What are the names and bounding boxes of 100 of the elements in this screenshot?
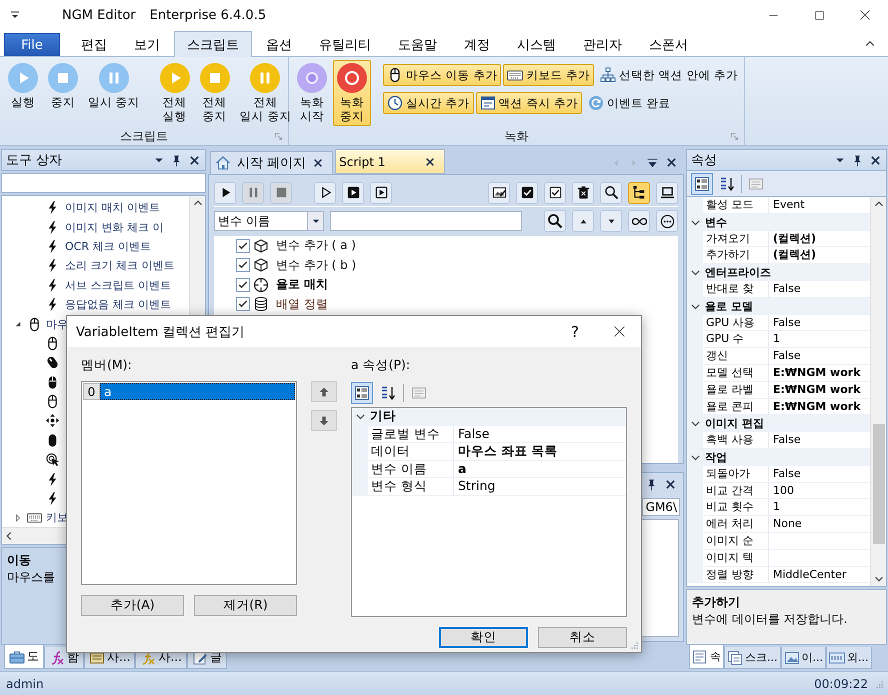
tree-item[interactable]: 소리 크기 체크 이벤트 — [65, 258, 174, 274]
caret-down-icon[interactable] — [646, 156, 659, 169]
ribbon-tab[interactable]: 옵션 — [253, 33, 305, 56]
play-button[interactable] — [214, 182, 236, 204]
remove-button[interactable]: 제거(R) — [194, 595, 297, 616]
ribbon-tab[interactable]: 스폰서 — [636, 33, 701, 56]
laptop-button[interactable] — [656, 182, 678, 204]
action-item[interactable]: 욜로 매치 — [276, 276, 328, 294]
delete-button[interactable] — [572, 182, 594, 204]
select-all-button[interactable] — [516, 182, 538, 204]
panel-title: 속성 — [691, 152, 718, 169]
ribbon-tab[interactable]: 도움말 — [385, 33, 450, 56]
checkbox[interactable] — [236, 258, 250, 272]
panel-tab[interactable]: 외... — [826, 647, 872, 669]
move-up-button[interactable] — [572, 210, 594, 232]
ribbon-button[interactable]: 액션 즉시 추가 — [476, 92, 582, 114]
ribbon-button[interactable]: 선택한 액션 안에 추가 — [596, 64, 742, 86]
move-up-button[interactable] — [311, 381, 337, 402]
category-header[interactable]: 욜로 모델 — [687, 298, 870, 315]
close-icon[interactable] — [424, 156, 436, 168]
ribbon-tab[interactable]: 관리자 — [570, 33, 635, 56]
ribbon-button[interactable]: 녹화 시작 — [293, 60, 331, 126]
loop-button[interactable] — [628, 210, 650, 232]
dialog-launcher-icon[interactable] — [274, 132, 284, 142]
ribbon-button[interactable]: 전체 일시 중지 — [236, 60, 296, 126]
tree-item[interactable]: 서브 스크립트 이벤트 — [65, 278, 171, 293]
close-icon[interactable] — [869, 154, 882, 166]
search-button[interactable] — [544, 210, 566, 232]
resize-grip-icon — [629, 640, 639, 650]
tree-item[interactable]: 이미지 변화 체크 이 — [65, 220, 164, 235]
category-header[interactable]: 기타 — [352, 408, 626, 426]
panel-tab[interactable]: 스크... — [724, 647, 780, 669]
move-down-button[interactable] — [311, 410, 337, 431]
ribbon-button[interactable]: 녹화 중지 — [333, 60, 371, 126]
checkbox[interactable] — [236, 297, 250, 312]
category-header[interactable]: 변수 — [687, 214, 870, 231]
close-icon[interactable] — [188, 154, 201, 166]
play-button[interactable] — [314, 182, 336, 204]
tree-button[interactable] — [628, 182, 650, 204]
tree-item[interactable]: OCR 체크 이벤트 — [65, 238, 151, 254]
tree-item[interactable]: 응답없음 체크 이벤트 — [65, 297, 171, 312]
document-tab[interactable]: 시작 페이지 — [210, 151, 334, 174]
ok-button[interactable]: 확인 — [439, 627, 528, 648]
ribbon-button[interactable]: 마우스 이동 추가 — [383, 64, 502, 86]
ribbon-button[interactable]: 중지 — [44, 60, 82, 118]
category-header[interactable]: 이미지 편집 — [687, 415, 870, 432]
category-header[interactable]: 엔터프라이즈 — [687, 264, 870, 281]
tree-item[interactable]: 마우 — [46, 316, 68, 332]
document-tab[interactable]: Script 1 — [335, 149, 446, 174]
cancel-button[interactable]: 취소 — [538, 627, 627, 648]
play-button[interactable] — [370, 182, 392, 204]
confirm-button[interactable] — [544, 182, 566, 204]
checkbox[interactable] — [236, 238, 250, 253]
categorized-button[interactable] — [691, 172, 713, 194]
close-icon[interactable] — [665, 156, 678, 169]
hierarchy-icon — [600, 67, 616, 83]
ribbon-tab[interactable]: 계정 — [451, 33, 503, 56]
ribbon-button[interactable]: 실행 — [4, 60, 42, 118]
search-field[interactable] — [330, 211, 522, 231]
ribbon-tab[interactable]: 편집 — [68, 33, 120, 56]
action-item[interactable]: 배열 정렬 — [276, 296, 328, 313]
ribbon-tab[interactable]: 유틸리티 — [306, 33, 384, 56]
path-field[interactable]: GM6\ — [642, 498, 680, 516]
play-button[interactable] — [342, 182, 364, 204]
ribbon-tab[interactable]: 보기 — [121, 33, 173, 56]
filter-dropdown[interactable]: 변수 이름 — [214, 211, 324, 231]
close-icon[interactable] — [664, 478, 677, 490]
move-down-button[interactable] — [600, 210, 622, 232]
ribbon-button[interactable]: 전체 실행 — [156, 60, 194, 126]
ribbon-tab[interactable]: 시스템 — [504, 33, 569, 56]
checkbox[interactable] — [236, 278, 250, 292]
ribbon-button[interactable]: 일시 중지 — [84, 60, 144, 118]
close-icon[interactable] — [312, 157, 324, 169]
more-button[interactable] — [656, 210, 678, 232]
ribbon-button[interactable]: 실시간 추가 — [383, 92, 474, 114]
add-button[interactable]: 추가(A) — [81, 595, 184, 616]
move-icon — [45, 413, 60, 428]
panel-tab[interactable]: 속 — [689, 645, 724, 669]
ribbon-button[interactable]: 이벤트 완료 — [584, 92, 675, 114]
ribbon-tab[interactable]: 스크립트 — [174, 31, 252, 57]
ribbon-button[interactable]: 키보드 추가 — [503, 64, 594, 86]
dialog-launcher-icon[interactable] — [730, 132, 740, 142]
help-button[interactable]: ? — [553, 316, 597, 347]
ribbon-button[interactable]: 전체 중지 — [196, 60, 234, 126]
search-field[interactable] — [1, 173, 206, 193]
categorized-button[interactable] — [351, 382, 373, 404]
list-item[interactable]: a — [100, 383, 295, 400]
category-header[interactable]: 작업 — [687, 448, 870, 466]
image-edit-button[interactable] — [488, 182, 510, 204]
tree-item[interactable]: 키보 — [46, 510, 68, 526]
action-item[interactable]: 변수 추가 ( b ) — [276, 256, 356, 274]
zoom-button[interactable] — [600, 182, 622, 204]
action-item[interactable]: 변수 추가 ( a ) — [276, 237, 356, 254]
panel-tab[interactable]: 도 — [4, 645, 44, 669]
panel-tab[interactable]: 이... — [780, 647, 826, 669]
categorized-icon — [354, 385, 370, 401]
file-menu-button[interactable]: File — [4, 33, 60, 56]
scrollbar-thumb[interactable] — [872, 424, 884, 544]
plugin-icon — [829, 650, 845, 666]
tree-item[interactable]: 이미지 매치 이벤트 — [65, 200, 160, 216]
